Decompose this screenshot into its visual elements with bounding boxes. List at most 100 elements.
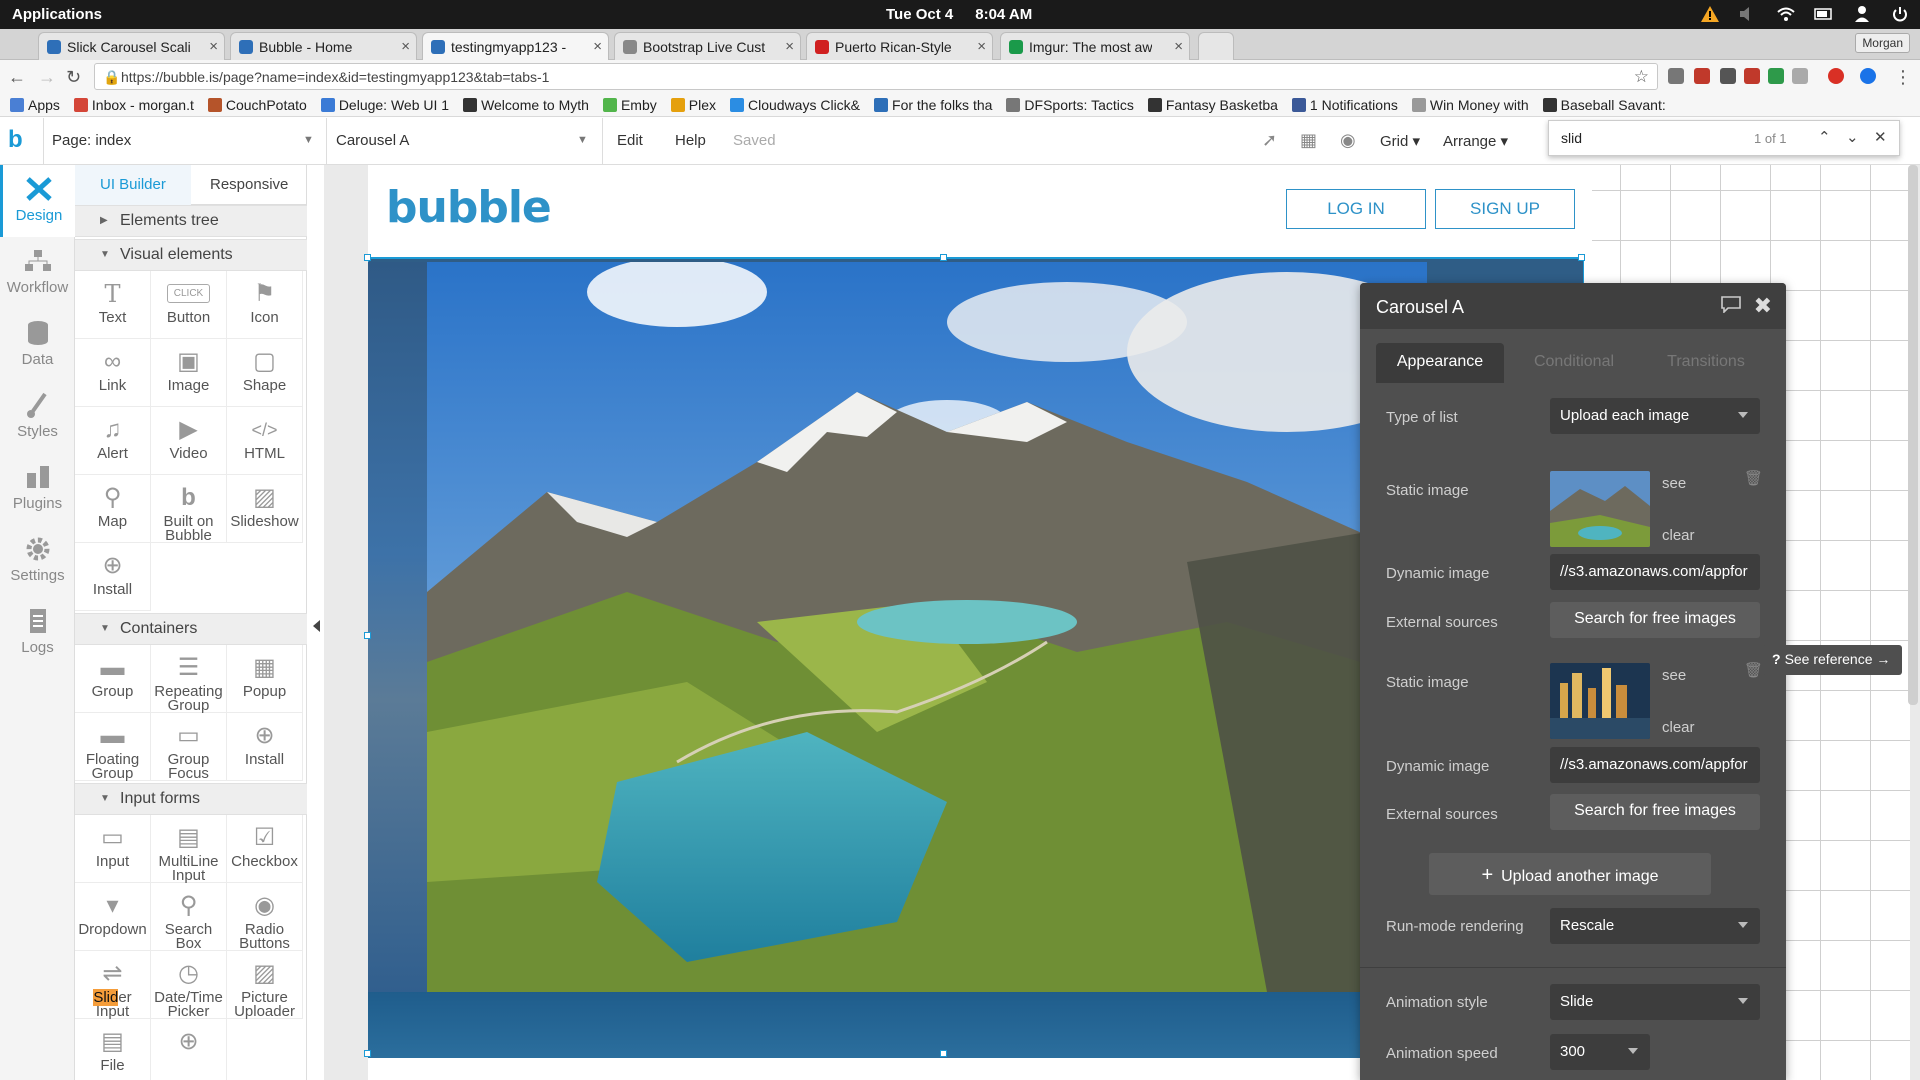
forward-icon[interactable]: → <box>38 67 56 88</box>
arrange-menu[interactable]: Arrange ▾ <box>1443 132 1508 150</box>
extension-icon[interactable] <box>1860 68 1876 84</box>
tab-ui-builder[interactable]: UI Builder <box>100 176 166 193</box>
chevron-down-icon[interactable]: ⌄ <box>1846 128 1859 146</box>
bookmark-item[interactable]: DFSports: Tactics <box>1006 93 1134 116</box>
clear-image-link[interactable]: clear <box>1662 719 1695 736</box>
palette-item-radio-buttons[interactable]: ◉ Radio Buttons <box>227 883 303 951</box>
vertical-scrollbar[interactable] <box>1908 165 1918 705</box>
close-tab-icon[interactable]: × <box>1174 38 1183 55</box>
rail-settings[interactable]: Settings <box>0 525 75 597</box>
static-image-thumbnail[interactable] <box>1550 663 1650 739</box>
find-input[interactable]: slid <box>1561 130 1582 146</box>
palette-item-repeating-group[interactable]: ☰ Repeating Group <box>151 645 227 713</box>
resize-handle[interactable] <box>364 254 371 261</box>
applications-menu[interactable]: Applications <box>12 6 102 23</box>
bookmark-item[interactable]: Baseball Savant: <box>1542 93 1666 116</box>
see-image-link[interactable]: see <box>1662 475 1686 492</box>
palette-item-multiline-input[interactable]: ▤ MultiLine Input <box>151 815 227 883</box>
battery-icon[interactable] <box>1814 4 1834 24</box>
resize-handle[interactable] <box>1578 254 1585 261</box>
element-selector[interactable]: Carousel A <box>336 132 409 149</box>
bookmark-item[interactable]: For the folks tha <box>874 93 992 116</box>
extension-icon[interactable] <box>1828 68 1844 84</box>
rail-logs[interactable]: Logs <box>0 597 75 669</box>
bookmark-item[interactable]: Inbox - morgan.t <box>73 93 194 116</box>
search-free-images-button[interactable]: Search for free images <box>1550 602 1760 638</box>
cast-icon[interactable] <box>1668 68 1684 84</box>
property-editor-header[interactable]: Carousel A ✖ <box>1360 283 1786 329</box>
bookmark-star-icon[interactable]: ☆ <box>1634 67 1649 87</box>
palette-item-text[interactable]: T Text <box>75 271 151 339</box>
browser-tab[interactable]: Bubble - Home × <box>230 32 417 60</box>
close-tab-icon[interactable]: × <box>977 38 986 55</box>
extension-icon[interactable] <box>1694 68 1710 84</box>
palette-item-file[interactable]: ▤ File <box>75 1019 151 1080</box>
dynamic-image-input[interactable]: //s3.amazonaws.com/appfor <box>1550 554 1760 590</box>
clear-image-link[interactable]: clear <box>1662 527 1695 544</box>
palette-item-icon[interactable]: ⚑ Icon <box>227 271 303 339</box>
palette-item-video[interactable]: ▶ Video <box>151 407 227 475</box>
extension-icon[interactable] <box>1792 68 1808 84</box>
input-forms-header[interactable]: ▼ Input forms <box>75 783 307 815</box>
tab-conditional[interactable]: Conditional <box>1510 343 1638 383</box>
bubble-logo[interactable]: bubble <box>386 182 552 233</box>
type-of-list-dropdown[interactable]: Upload each image <box>1550 398 1760 434</box>
dynamic-image-input[interactable]: //s3.amazonaws.com/appfor <box>1550 747 1760 783</box>
rail-workflow[interactable]: Workflow <box>0 237 75 309</box>
tab-appearance[interactable]: Appearance <box>1376 343 1504 383</box>
resize-handle[interactable] <box>364 632 371 639</box>
palette-item-dropdown[interactable]: ▾ Dropdown <box>75 883 151 951</box>
wifi-icon[interactable] <box>1776 4 1796 24</box>
palette-item-link[interactable]: ∞ Link <box>75 339 151 407</box>
bookmark-item[interactable]: 1 Notifications <box>1291 93 1398 116</box>
close-tab-icon[interactable]: × <box>209 38 218 55</box>
bookmark-item[interactable]: Cloudways Click& <box>729 93 860 116</box>
palette-item-install[interactable]: ⊕ Install <box>227 713 303 781</box>
palette-item-picture-uploader[interactable]: ▨ Picture Uploader <box>227 951 303 1019</box>
rail-styles[interactable]: Styles <box>0 381 75 453</box>
user-icon[interactable] <box>1852 4 1872 24</box>
bubble-logo-icon[interactable]: b <box>8 126 36 154</box>
edit-menu[interactable]: Edit <box>617 132 643 149</box>
bookmark-item[interactable]: Apps <box>10 93 60 116</box>
palette-item-date-time-picker[interactable]: ◷ Date/Time Picker <box>151 951 227 1019</box>
palette-item-install[interactable]: ⊕ Install <box>75 543 151 611</box>
pointer-icon[interactable]: ➚ <box>1262 130 1277 151</box>
bookmark-item[interactable]: Plex <box>670 93 716 116</box>
search-free-images-button[interactable]: Search for free images <box>1550 794 1760 830</box>
help-menu[interactable]: Help <box>675 132 706 149</box>
animation-style-dropdown[interactable]: Slide <box>1550 984 1760 1020</box>
comment-icon[interactable] <box>1720 295 1742 316</box>
browser-tab-active[interactable]: testingmyapp123 - × <box>422 32 609 60</box>
chevron-down-icon[interactable]: ▼ <box>577 134 588 146</box>
layout-icon[interactable]: ▦ <box>1300 130 1317 151</box>
close-icon[interactable]: ✕ <box>1874 128 1887 146</box>
palette-item-built-on-bubble[interactable]: b Built on Bubble <box>151 475 227 543</box>
bookmark-item[interactable]: Fantasy Basketba <box>1147 93 1278 116</box>
palette-item-shape[interactable]: ▢ Shape <box>227 339 303 407</box>
rail-plugins[interactable]: Plugins <box>0 453 75 525</box>
palette-item-html[interactable]: </> HTML <box>227 407 303 475</box>
url-bar[interactable]: 🔒 https://bubble.is/page?name=index&id=t… <box>94 63 1658 90</box>
close-tab-icon[interactable]: × <box>785 38 794 55</box>
tab-transitions[interactable]: Transitions <box>1642 343 1770 383</box>
palette-item-group-focus[interactable]: ▭ Group Focus <box>151 713 227 781</box>
see-image-link[interactable]: see <box>1662 667 1686 684</box>
trash-icon[interactable]: 🗑 <box>1744 469 1763 487</box>
close-tab-icon[interactable]: × <box>593 38 602 55</box>
preview-eye-icon[interactable]: ◉ <box>1340 130 1356 151</box>
collapse-panel-icon[interactable] <box>313 620 320 632</box>
rail-data[interactable]: Data <box>0 309 75 381</box>
palette-item-checkbox[interactable]: ☑ Checkbox <box>227 815 303 883</box>
resize-handle[interactable] <box>940 254 947 261</box>
browser-tab[interactable]: Puerto Rican-Style × <box>806 32 993 60</box>
page-selector[interactable]: Page: index <box>52 132 131 149</box>
animation-speed-dropdown[interactable]: 300 <box>1550 1034 1650 1070</box>
grid-menu[interactable]: Grid ▾ <box>1380 132 1420 150</box>
browser-tab[interactable]: Imgur: The most aw × <box>1000 32 1190 60</box>
menu-icon[interactable]: ⋮ <box>1894 67 1912 88</box>
profile-badge[interactable]: Morgan <box>1855 33 1910 53</box>
bookmark-item[interactable]: Emby <box>602 93 657 116</box>
palette-item-group[interactable]: ▬ Group <box>75 645 151 713</box>
palette-item-install[interactable]: ⊕ <box>151 1019 227 1080</box>
